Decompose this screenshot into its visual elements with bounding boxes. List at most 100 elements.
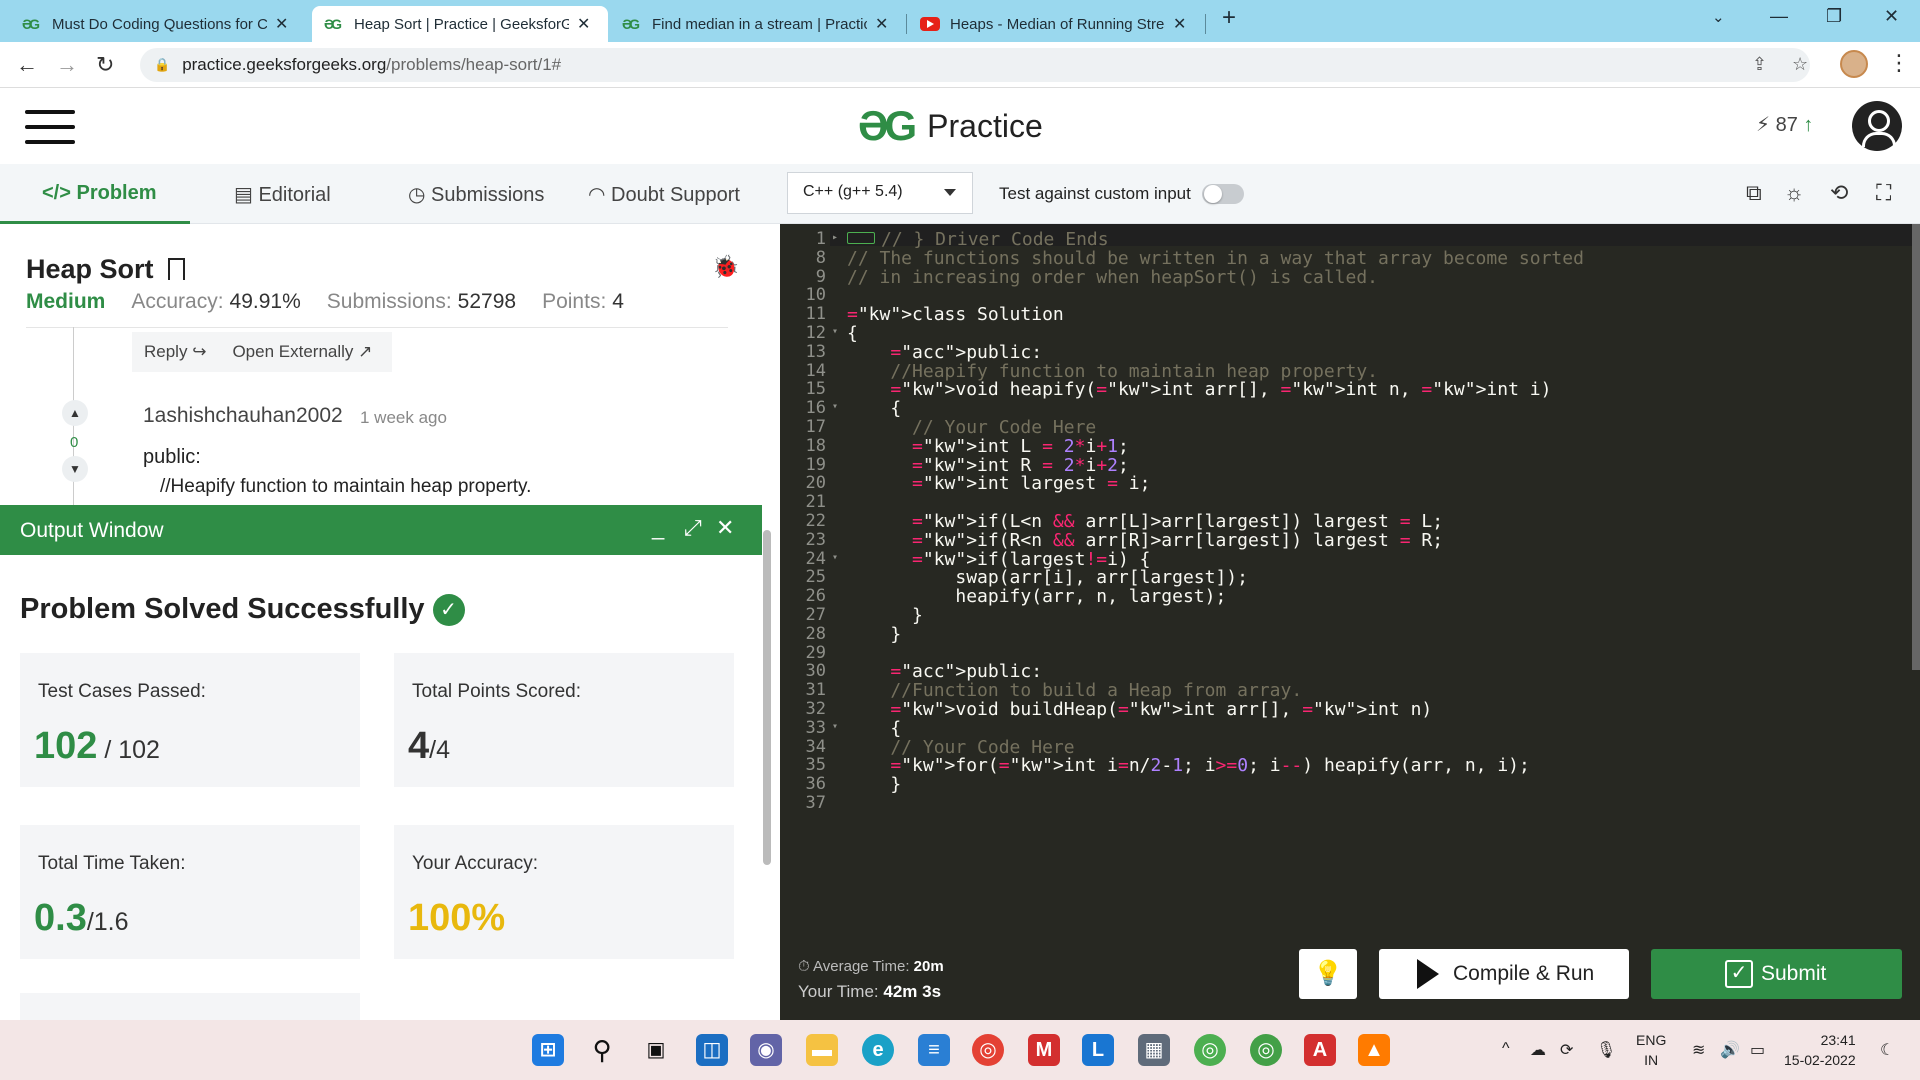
submit-button[interactable]: ✓ Submit — [1651, 949, 1902, 999]
star-icon[interactable]: ☆ — [1792, 54, 1808, 75]
close-icon[interactable]: ✕ — [875, 14, 888, 34]
edge-icon[interactable]: e — [862, 1034, 894, 1066]
user-avatar[interactable] — [1852, 101, 1902, 151]
minimize-icon[interactable]: — — [1770, 6, 1788, 27]
reload-icon[interactable]: ↻ — [96, 52, 114, 78]
browser-tab[interactable]: ƏG Must Do Coding Questions for C ✕ — [10, 6, 310, 42]
check-icon: ✓ — [432, 594, 465, 627]
stat-value: 100% — [408, 897, 506, 939]
new-tab-icon[interactable]: + — [1222, 4, 1236, 32]
submit-label: Submit — [1761, 962, 1827, 985]
upvote-button[interactable]: ▲ — [62, 400, 88, 426]
report-bug-icon[interactable]: 🐞 — [712, 254, 739, 280]
language-select[interactable]: C++ (g++ 5.4) — [787, 172, 973, 214]
widgets-icon[interactable]: ◫ — [696, 1034, 728, 1066]
code-line[interactable]: } — [847, 774, 901, 795]
browser-profile-avatar[interactable] — [1840, 50, 1868, 78]
line-number: 20 — [805, 473, 826, 494]
task-view-icon[interactable]: ▣ — [640, 1034, 672, 1066]
left-panel-scrollbar[interactable] — [763, 530, 771, 865]
code-line[interactable]: ="kw">void heapify(="kw">int arr[], ="kw… — [847, 379, 1551, 400]
code-line[interactable]: } — [847, 624, 901, 645]
fullscreen-icon[interactable]: ⛶ — [1876, 180, 1891, 206]
browser-tab[interactable]: Heaps - Median of Running Strea ✕ — [908, 6, 1204, 42]
forward-icon[interactable]: → — [56, 52, 78, 78]
restore-icon[interactable]: ❐ — [1826, 6, 1842, 27]
battery-icon[interactable]: ▭ — [1750, 1040, 1765, 1060]
microphone-icon[interactable]: 🎙 — [1596, 1040, 1616, 1060]
chrome-profile-icon[interactable]: ◎ — [1194, 1034, 1226, 1066]
back-icon[interactable]: ← — [16, 52, 38, 78]
acrobat-icon[interactable]: A — [1304, 1034, 1336, 1066]
browser-tab-active[interactable]: ƏG Heap Sort | Practice | GeeksforGe ✕ — [312, 6, 608, 42]
comment-text: public: — [143, 446, 201, 468]
reset-code-icon[interactable]: ⟲ — [1830, 180, 1848, 206]
code-line[interactable]: ="kw">for(="kw">int i=n/2-1; i>=0; i--) … — [847, 755, 1530, 776]
copy-icon[interactable]: ⧉ — [1746, 180, 1762, 206]
vlc-icon[interactable]: ▲ — [1358, 1034, 1390, 1066]
tray-chevron-icon[interactable]: ^ — [1502, 1040, 1510, 1058]
tab-submissions[interactable]: ◷ Submissions — [408, 182, 544, 207]
url-field[interactable]: 🔒 practice.geeksforgeeks.org /problems/h… — [140, 48, 1810, 82]
tab-search-icon[interactable]: ⌄ — [1712, 8, 1725, 26]
code-line[interactable]: // in increasing order when heapSort() i… — [847, 267, 1378, 288]
volume-icon[interactable]: 🔊 — [1720, 1040, 1740, 1060]
close-icon[interactable]: ✕ — [1173, 14, 1186, 34]
fold-arrow-icon[interactable]: ▸ — [832, 232, 842, 243]
fold-arrow-icon[interactable]: ▾ — [832, 401, 842, 412]
line-number: 17 — [805, 417, 826, 437]
close-window-icon[interactable]: ✕ — [1884, 6, 1899, 27]
windows-start-icon[interactable]: ⊞ — [532, 1034, 564, 1066]
close-output-icon[interactable]: ✕ — [716, 515, 734, 541]
file-explorer-icon[interactable]: ▬ — [806, 1034, 838, 1066]
tab-problem[interactable]: </> Problem — [42, 182, 157, 205]
comment-author[interactable]: 1ashishchauhan2002 — [143, 404, 343, 428]
chrome-icon[interactable]: ◎ — [972, 1034, 1004, 1066]
reply-link[interactable]: Reply ↪ — [144, 342, 206, 362]
stat-label: Test Cases Passed: — [38, 681, 206, 702]
theme-sun-icon[interactable]: ☼ — [1784, 180, 1804, 206]
input-language[interactable]: ENG IN — [1636, 1030, 1666, 1070]
chat-icon[interactable]: ◉ — [750, 1034, 782, 1066]
close-icon[interactable]: ✕ — [275, 14, 288, 34]
search-icon[interactable]: ⚲ — [586, 1034, 618, 1066]
browser-tab[interactable]: ƏG Find median in a stream | Practic ✕ — [610, 6, 906, 42]
compile-run-button[interactable]: Compile & Run — [1379, 949, 1629, 999]
sync-icon[interactable]: ⟳ — [1560, 1040, 1573, 1060]
fold-arrow-icon[interactable]: ▾ — [832, 552, 842, 563]
onedrive-icon[interactable]: ☁ — [1530, 1040, 1546, 1060]
hint-bulb-button[interactable]: 💡 — [1299, 949, 1357, 999]
wifi-icon[interactable]: ≋ — [1692, 1040, 1705, 1060]
system-clock[interactable]: 23:41 15-02-2022 — [1784, 1030, 1856, 1070]
notepad-icon[interactable]: ≡ — [918, 1034, 950, 1066]
code-line[interactable]: ="kw">void buildHeap(="kw">int arr[], ="… — [847, 699, 1432, 720]
streak-counter[interactable]: ⚡ 87 ↑ — [1756, 112, 1813, 137]
share-icon[interactable]: ⇪ — [1752, 54, 1767, 75]
open-externally-link[interactable]: Open Externally ↗ — [232, 342, 372, 362]
accuracy-label: Accuracy: — [131, 290, 224, 313]
tab-editorial[interactable]: ▤ Editorial — [234, 182, 331, 207]
code-line[interactable]: ="kw">class Solution — [847, 304, 1064, 325]
code-editor[interactable]: 1 ▸ 8 9 10 11 12 ▾ 13 14 15 16 ▾ 17 18 19 20 21 22 23 24 ▾ 25 2… — [780, 224, 1920, 930]
editor-scrollbar[interactable] — [1912, 224, 1920, 670]
code-line[interactable]: ="kw">int largest = i; — [847, 473, 1150, 494]
stat-card — [20, 993, 360, 1020]
minimize-output-icon[interactable]: _ — [652, 515, 664, 541]
calculator-icon[interactable]: ▦ — [1138, 1034, 1170, 1066]
fold-arrow-icon[interactable]: ▾ — [832, 721, 842, 732]
custom-input-toggle[interactable] — [1202, 184, 1244, 204]
expand-output-icon[interactable]: ⤢ — [684, 515, 702, 541]
line-number: 33 — [805, 717, 826, 738]
browser-menu-icon[interactable]: ⋮ — [1888, 50, 1910, 76]
mcafee-icon[interactable]: M — [1028, 1034, 1060, 1066]
chrome-profile-icon[interactable]: ◎ — [1250, 1034, 1282, 1066]
downvote-button[interactable]: ▼ — [62, 456, 88, 482]
hamburger-menu-icon[interactable] — [25, 110, 75, 144]
tab-doubt-support[interactable]: ◠ Doubt Support — [588, 182, 740, 207]
site-logo[interactable]: ƏG Practice — [858, 102, 1043, 150]
fold-arrow-icon[interactable]: ▾ — [832, 326, 842, 337]
notification-icon[interactable]: ☾ — [1880, 1040, 1894, 1060]
l-app-icon[interactable]: L — [1082, 1034, 1114, 1066]
bookmark-icon[interactable] — [168, 258, 185, 280]
close-icon[interactable]: ✕ — [577, 14, 590, 34]
